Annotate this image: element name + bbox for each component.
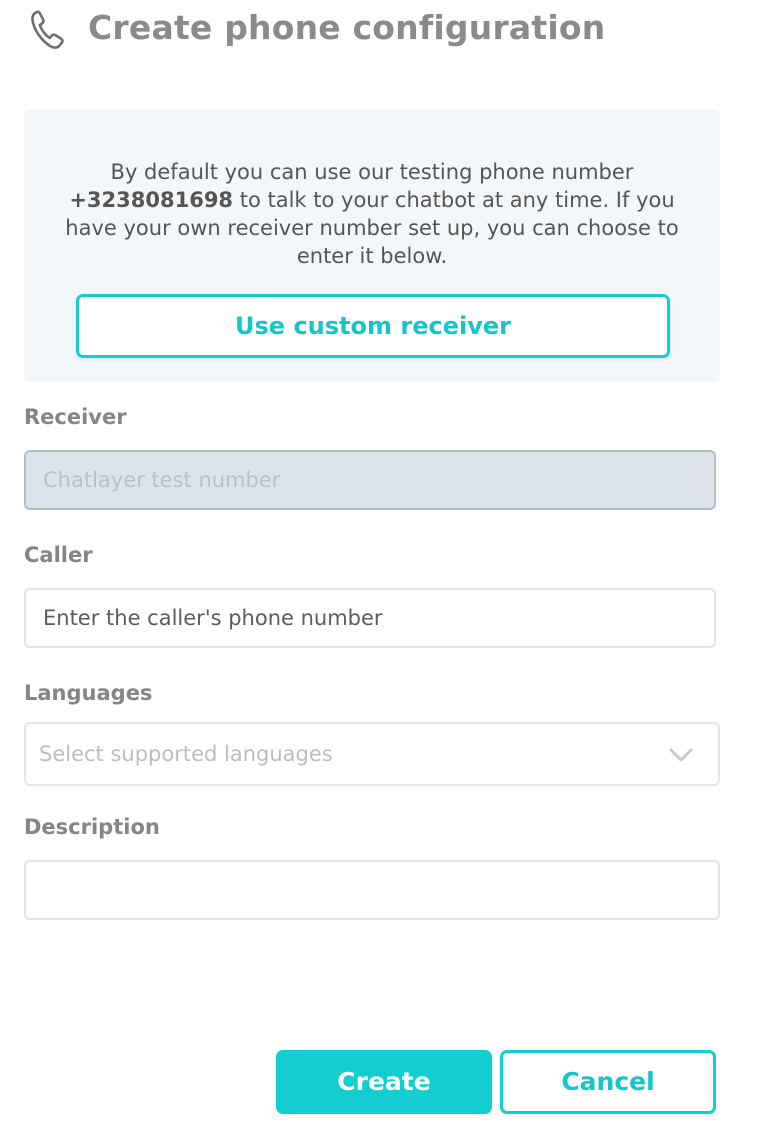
- description-label: Description: [24, 815, 160, 839]
- languages-placeholder: Select supported languages: [39, 742, 333, 766]
- description-input[interactable]: [24, 860, 720, 920]
- create-phone-configuration-dialog: Create phone configuration By default yo…: [0, 0, 758, 1128]
- phone-icon: [28, 4, 68, 52]
- testing-phone-number: +3238081698: [69, 188, 234, 212]
- caller-phone-input[interactable]: Enter the caller's phone number: [24, 588, 716, 648]
- use-custom-receiver-button[interactable]: Use custom receiver: [76, 294, 670, 358]
- info-text-intro: By default you can use our testing phone…: [110, 160, 634, 184]
- receiver-field: Chatlayer test number: [24, 450, 716, 510]
- dialog-header: Create phone configuration: [28, 4, 605, 52]
- caller-label: Caller: [24, 543, 93, 567]
- caller-placeholder: Enter the caller's phone number: [43, 606, 383, 630]
- testing-number-info-panel: By default you can use our testing phone…: [24, 110, 720, 382]
- receiver-label: Receiver: [24, 405, 127, 429]
- create-button[interactable]: Create: [276, 1050, 492, 1114]
- languages-label: Languages: [24, 681, 153, 705]
- cancel-button[interactable]: Cancel: [500, 1050, 716, 1114]
- testing-number-description: By default you can use our testing phone…: [64, 158, 680, 270]
- chevron-down-icon[interactable]: [668, 742, 694, 768]
- languages-select[interactable]: Select supported languages: [24, 722, 720, 786]
- page-title: Create phone configuration: [88, 8, 606, 47]
- receiver-placeholder: Chatlayer test number: [43, 468, 281, 492]
